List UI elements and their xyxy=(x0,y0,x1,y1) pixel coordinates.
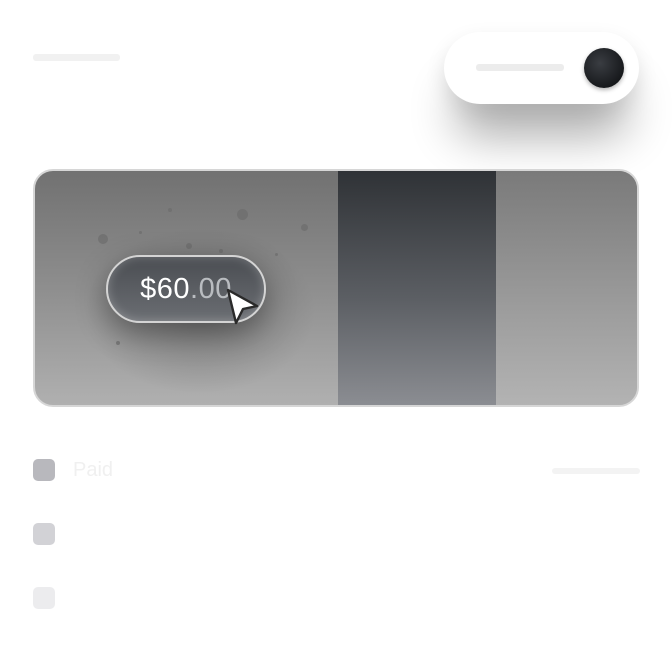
toggle-placeholder-line xyxy=(476,64,564,71)
particle-dot xyxy=(139,231,142,234)
particle-dot xyxy=(219,249,223,253)
particle-dot xyxy=(116,341,120,345)
particle-dot xyxy=(237,209,248,220)
list-item-label: Paid xyxy=(73,459,114,481)
header-placeholder-line xyxy=(33,54,120,61)
pointer-arrow-icon xyxy=(226,288,259,325)
particle-dot xyxy=(168,208,172,212)
particle-dot xyxy=(275,253,278,256)
particle-dot xyxy=(301,224,308,231)
card-right-panel xyxy=(496,171,637,405)
checkbox[interactable] xyxy=(33,523,55,545)
price-amount: $60 xyxy=(140,272,191,305)
particle-dot xyxy=(186,243,192,249)
checkbox[interactable] xyxy=(33,459,55,481)
checkbox[interactable] xyxy=(33,587,55,609)
card-dark-band xyxy=(338,171,496,405)
toggle-knob[interactable] xyxy=(584,48,624,88)
row-placeholder-line xyxy=(552,468,640,474)
price-card: $60.00 xyxy=(33,169,639,407)
particle-dot xyxy=(98,234,108,244)
toggle-switch[interactable] xyxy=(444,32,639,104)
